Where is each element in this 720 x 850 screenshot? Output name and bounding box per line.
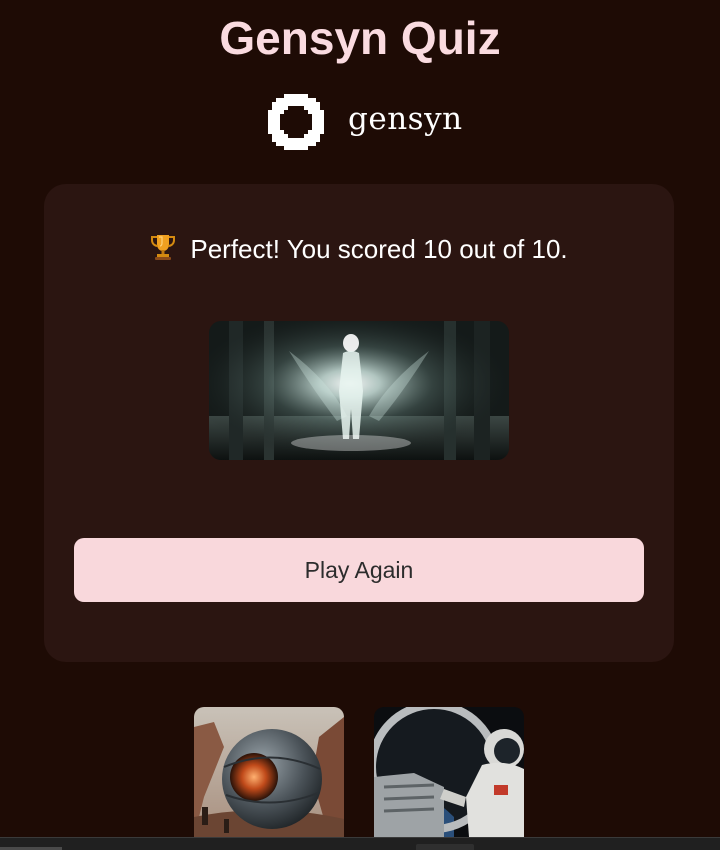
gensyn-logo-icon: [268, 94, 324, 150]
taskbar-app-tab[interactable]: [416, 844, 474, 850]
trophy-icon: [150, 233, 176, 269]
logo-wordmark: gensyn: [348, 101, 463, 137]
result-card: Perfect! You scored 10 out of 10. Play A…: [44, 184, 674, 662]
result-message: Perfect! You scored 10 out of 10.: [190, 234, 568, 264]
thumbnail-sphere-canyon[interactable]: [194, 707, 344, 837]
result-message-row: Perfect! You scored 10 out of 10.: [44, 232, 674, 269]
thumbnail-astronaut[interactable]: [374, 707, 524, 837]
play-again-button[interactable]: Play Again: [74, 538, 644, 602]
quiz-page: Gensyn Quiz gensyn Perfect! You scored 1…: [0, 0, 720, 850]
page-title: Gensyn Quiz: [219, 12, 501, 64]
result-image: [209, 321, 509, 460]
gensyn-logo: gensyn: [268, 94, 463, 150]
taskbar: [0, 837, 720, 850]
